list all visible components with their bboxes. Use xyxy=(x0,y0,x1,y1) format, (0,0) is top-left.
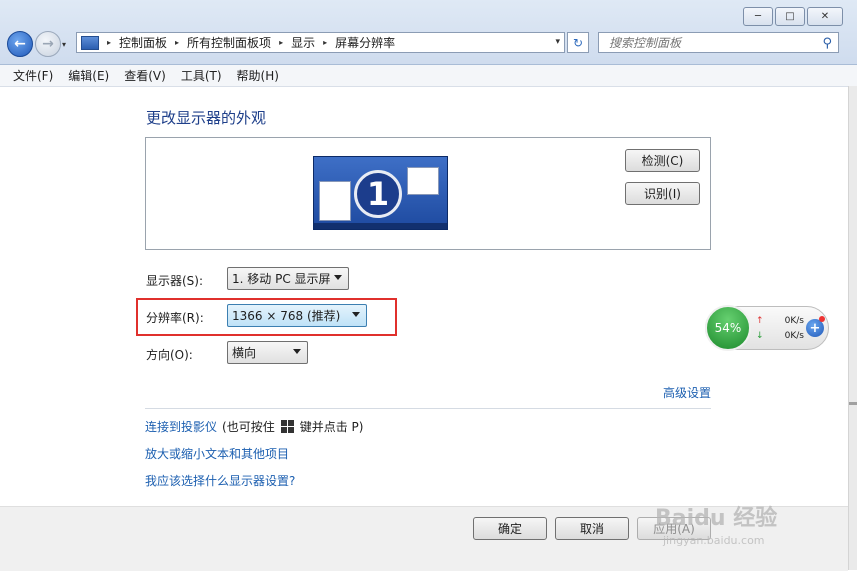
menu-tools[interactable]: 工具(T) xyxy=(181,67,222,84)
connect-projector-link[interactable]: 连接到投影仪 xyxy=(145,418,217,435)
resolution-select[interactable]: 1366 × 768 (推荐) xyxy=(227,304,367,327)
breadcrumb-label: 屏幕分辨率 xyxy=(335,36,396,50)
recent-pages-dropdown-icon[interactable]: ▾ xyxy=(62,40,66,49)
network-meter-gadget[interactable]: 54% ↑ 0K/s ↓ 0K/s + xyxy=(705,305,829,351)
breadcrumb-arrow-icon: ▸ xyxy=(107,38,112,47)
usage-gauge: 54% xyxy=(705,305,751,351)
ok-button[interactable]: 确定 xyxy=(473,517,547,540)
chevron-down-icon xyxy=(334,275,342,280)
monitor-taskbar xyxy=(314,223,447,229)
close-button[interactable]: ✕ xyxy=(807,7,843,26)
scrollbar-grip[interactable] xyxy=(849,402,857,405)
breadcrumb-arrow-icon: ▸ xyxy=(175,38,180,47)
resolution-select-value: 1366 × 768 (推荐) xyxy=(232,309,341,323)
address-dropdown-icon[interactable]: ▾ xyxy=(555,37,560,47)
projector-hint: (也可按住 xyxy=(222,420,275,434)
download-speed: 0K/s xyxy=(784,331,804,341)
breadcrumb-arrow-icon: ▸ xyxy=(323,38,328,47)
breadcrumb-arrow-icon: ▸ xyxy=(279,38,284,47)
address-bar[interactable]: ▸ 控制面板 ▸ 所有控制面板项 ▸ 显示 ▸ 屏幕分辨率 ▾ xyxy=(76,32,565,53)
menu-edit[interactable]: 编辑(E) xyxy=(68,67,109,84)
control-panel-icon xyxy=(81,35,99,50)
enlarge-text-link[interactable]: 放大或缩小文本和其他项目 xyxy=(145,445,289,462)
display-label: 显示器(S): xyxy=(146,274,204,288)
upload-speed: 0K/s xyxy=(784,316,804,326)
vertical-scrollbar[interactable] xyxy=(848,86,857,570)
notification-dot xyxy=(819,316,825,322)
forward-button[interactable]: → xyxy=(35,31,61,57)
upload-arrow-icon: ↑ xyxy=(756,316,764,326)
breadcrumb-item[interactable]: ▸ 所有控制面板项 xyxy=(175,34,271,51)
cancel-button[interactable]: 取消 xyxy=(555,517,629,540)
breadcrumb-label: 控制面板 xyxy=(119,36,168,50)
monitor-1-tile[interactable]: 1 xyxy=(313,156,448,230)
breadcrumb-item[interactable]: ▸ 显示 xyxy=(279,34,315,51)
detect-button[interactable]: 检测(C) xyxy=(625,149,700,172)
display-select-value: 1. 移动 PC 显示屏 xyxy=(232,272,331,286)
display-select[interactable]: 1. 移动 PC 显示屏 xyxy=(227,267,349,290)
search-icon[interactable]: ⚲ xyxy=(822,36,832,51)
chevron-down-icon xyxy=(293,349,301,354)
monitor-window-thumbnail xyxy=(407,167,439,195)
window-controls: ─ □ ✕ xyxy=(741,7,843,26)
maximize-button[interactable]: □ xyxy=(775,7,805,26)
orientation-select-value: 横向 xyxy=(232,346,257,360)
divider xyxy=(145,408,711,409)
search-box[interactable]: ⚲ xyxy=(598,32,839,53)
baidu-watermark: Baidu 经验 jingyan.baidu.com xyxy=(655,500,830,550)
back-button[interactable]: ← xyxy=(7,31,33,57)
which-settings-link[interactable]: 我应该选择什么显示器设置? xyxy=(145,472,295,489)
menu-view[interactable]: 查看(V) xyxy=(124,67,166,84)
search-input[interactable] xyxy=(607,34,811,51)
breadcrumb-item[interactable]: ▸ 屏幕分辨率 xyxy=(323,34,395,51)
chevron-down-icon xyxy=(352,312,360,317)
minimize-button[interactable]: ─ xyxy=(743,7,773,26)
monitor-window-thumbnail xyxy=(319,181,351,221)
refresh-button[interactable]: ↻ xyxy=(567,32,589,53)
identify-button[interactable]: 识别(I) xyxy=(625,182,700,205)
page-title: 更改显示器的外观 xyxy=(146,109,267,127)
upload-row: ↑ 0K/s xyxy=(756,316,804,326)
breadcrumb-label: 所有控制面板项 xyxy=(187,36,272,50)
display-arrangement-panel: 1 检测(C) 识别(I) xyxy=(145,137,711,250)
orientation-label: 方向(O): xyxy=(146,348,193,362)
projector-row: 连接到投影仪 (也可按住 键并点击 P) xyxy=(145,418,363,435)
watermark-text: Baidu 经验 xyxy=(655,506,778,531)
title-bar: ─ □ ✕ ← → ▾ ▸ 控制面板 ▸ 所有控制面板项 ▸ 显示 ▸ 屏幕分辨… xyxy=(0,0,857,65)
download-row: ↓ 0K/s xyxy=(756,331,804,341)
monitor-number: 1 xyxy=(354,170,402,218)
orientation-select[interactable]: 横向 xyxy=(227,341,308,364)
advanced-settings-link[interactable]: 高级设置 xyxy=(663,384,711,401)
menu-help[interactable]: 帮助(H) xyxy=(237,67,279,84)
resolution-label: 分辨率(R): xyxy=(146,311,204,325)
watermark-url: jingyan.baidu.com xyxy=(663,534,765,547)
windows-key-icon xyxy=(280,420,294,433)
menu-file[interactable]: 文件(F) xyxy=(13,67,53,84)
breadcrumb-label: 显示 xyxy=(291,36,316,50)
download-arrow-icon: ↓ xyxy=(756,331,764,341)
breadcrumb-item[interactable]: ▸ 控制面板 xyxy=(107,34,167,51)
projector-hint-suffix: 键并点击 P) xyxy=(299,420,364,434)
menu-bar: 文件(F) 编辑(E) 查看(V) 工具(T) 帮助(H) xyxy=(0,65,857,87)
